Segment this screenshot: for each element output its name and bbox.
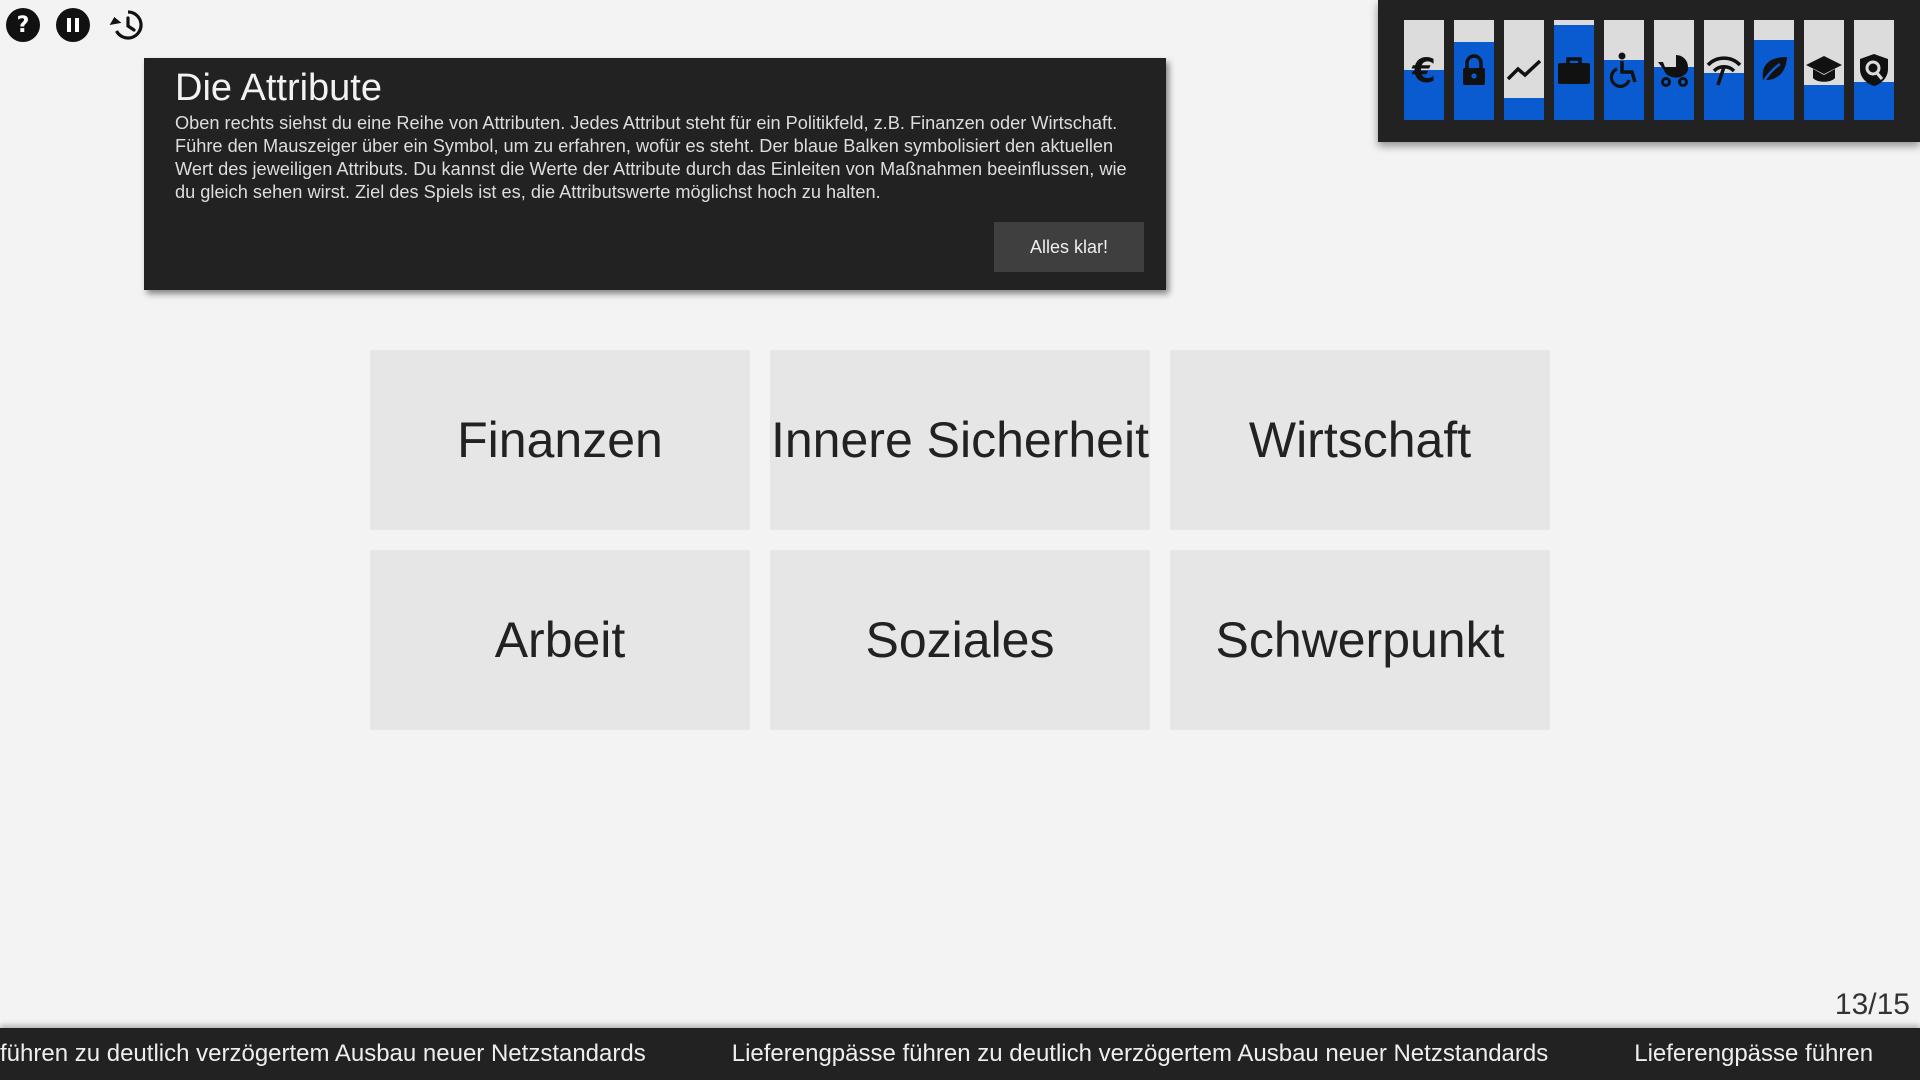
pause-icon xyxy=(67,18,79,32)
history-icon xyxy=(109,10,143,40)
pause-button[interactable] xyxy=(56,8,90,42)
attribute-level-bar xyxy=(1804,85,1844,120)
ticker-item: führen zu deutlich verzögertem Ausbau ne… xyxy=(0,1040,646,1067)
lock-icon xyxy=(1454,50,1494,90)
dialog-title: Die Attribute xyxy=(175,67,382,109)
ticker-item: Lieferengpässe führen zu deutlich verzög… xyxy=(731,1040,1549,1067)
attribute-infrastructure[interactable] xyxy=(1704,20,1744,120)
category-schwerpunkt[interactable]: Schwerpunkt xyxy=(1170,550,1550,730)
attribute-environment[interactable] xyxy=(1754,20,1794,120)
help-button[interactable]: ? xyxy=(6,8,40,42)
security-shield-icon xyxy=(1854,50,1894,90)
ok-button[interactable]: Alles klar! xyxy=(994,222,1144,272)
category-innere-sicherheit[interactable]: Innere Sicherheit xyxy=(770,350,1150,530)
stroller-icon xyxy=(1654,50,1694,90)
attribute-panel: € xyxy=(1378,0,1920,142)
leaf-icon xyxy=(1754,50,1794,90)
attribute-level-bar xyxy=(1504,98,1544,120)
briefcase-icon xyxy=(1554,50,1594,90)
svg-text:€: € xyxy=(1411,52,1436,88)
category-finanzen[interactable]: Finanzen xyxy=(370,350,750,530)
help-icon: ? xyxy=(16,12,30,38)
tutorial-dialog: Die Attribute Oben rechts siehst du eine… xyxy=(144,58,1166,290)
ticker-item: Lieferengpässe führen xyxy=(1634,1040,1874,1067)
category-arbeit[interactable]: Arbeit xyxy=(370,550,750,730)
attribute-defense[interactable] xyxy=(1854,20,1894,120)
attribute-social[interactable] xyxy=(1604,20,1644,120)
round-counter: 13/15 xyxy=(1834,988,1910,1021)
top-toolbar: ? xyxy=(6,8,146,42)
attribute-security[interactable] xyxy=(1454,20,1494,120)
history-button[interactable] xyxy=(106,8,146,42)
trend-icon xyxy=(1504,50,1544,90)
ticker-track: führen zu deutlich verzögertem Ausbau ne… xyxy=(0,1028,1920,1080)
attribute-work[interactable] xyxy=(1554,20,1594,120)
category-soziales[interactable]: Soziales xyxy=(770,550,1150,730)
euro-icon: € xyxy=(1404,50,1444,90)
attribute-education[interactable] xyxy=(1804,20,1844,120)
network-icon xyxy=(1704,50,1744,90)
dialog-text: Oben rechts siehst du eine Reihe von Att… xyxy=(175,113,1127,202)
accessible-icon xyxy=(1604,50,1644,90)
category-grid: Finanzen Innere Sicherheit Wirtschaft Ar… xyxy=(370,350,1550,730)
graduation-cap-icon xyxy=(1804,50,1844,90)
attribute-economy[interactable] xyxy=(1504,20,1544,120)
category-wirtschaft[interactable]: Wirtschaft xyxy=(1170,350,1550,530)
news-ticker: führen zu deutlich verzögertem Ausbau ne… xyxy=(0,1028,1920,1080)
attribute-family[interactable] xyxy=(1654,20,1694,120)
attribute-finance[interactable]: € xyxy=(1404,20,1444,120)
